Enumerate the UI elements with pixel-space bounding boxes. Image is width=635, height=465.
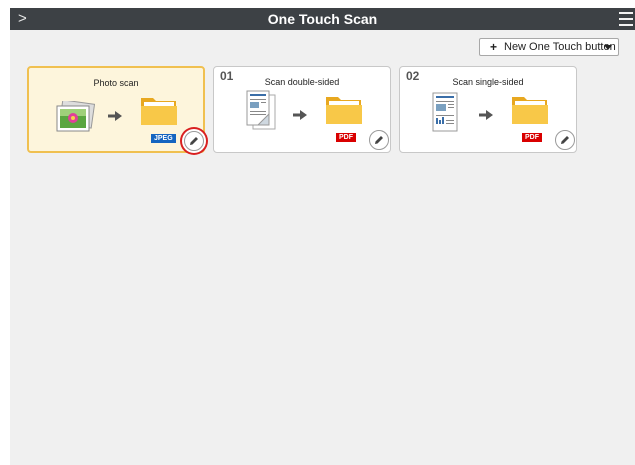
single-sided-document-icon: [432, 92, 458, 132]
dropdown-caret-icon: [604, 45, 612, 50]
arrow-right-icon: [479, 110, 493, 120]
one-touch-scan-window: > One Touch Scan + New One Touch button …: [10, 8, 635, 465]
edit-button[interactable]: [369, 130, 389, 150]
hamburger-menu-icon[interactable]: [619, 12, 633, 26]
photo-stack-icon: [56, 101, 95, 132]
scan-double-sided-card[interactable]: 01 Scan double-sided PDF: [213, 66, 391, 153]
arrow-right-icon: [293, 110, 307, 120]
pencil-icon: [375, 136, 383, 144]
edit-button[interactable]: [555, 130, 575, 150]
folder-icon: [141, 98, 177, 125]
card-name: Scan single-sided: [452, 77, 524, 87]
scan-single-sided-card[interactable]: 02 Scan single-sided PDF: [399, 66, 577, 153]
jpeg-format-badge: JPEG: [151, 134, 176, 143]
pencil-icon: [190, 137, 198, 145]
edit-button[interactable]: [184, 131, 204, 151]
card-name: Scan double-sided: [264, 77, 340, 87]
double-sided-document-icon: [246, 90, 276, 130]
new-button-label: New One Touch button: [504, 41, 616, 53]
pencil-icon: [561, 136, 569, 144]
pdf-format-badge: PDF: [336, 133, 356, 142]
window-title: One Touch Scan: [267, 11, 378, 27]
plus-icon: +: [490, 40, 498, 54]
title-bar: > One Touch Scan: [10, 8, 635, 30]
arrow-right-icon: [108, 111, 122, 121]
folder-icon: [512, 97, 548, 124]
new-one-touch-button[interactable]: + New One Touch button: [479, 38, 619, 56]
card-name: Photo scan: [93, 78, 139, 88]
pdf-format-badge: PDF: [522, 133, 542, 142]
folder-icon: [326, 97, 362, 124]
photo-scan-card[interactable]: Photo scan JPEG: [27, 66, 205, 153]
